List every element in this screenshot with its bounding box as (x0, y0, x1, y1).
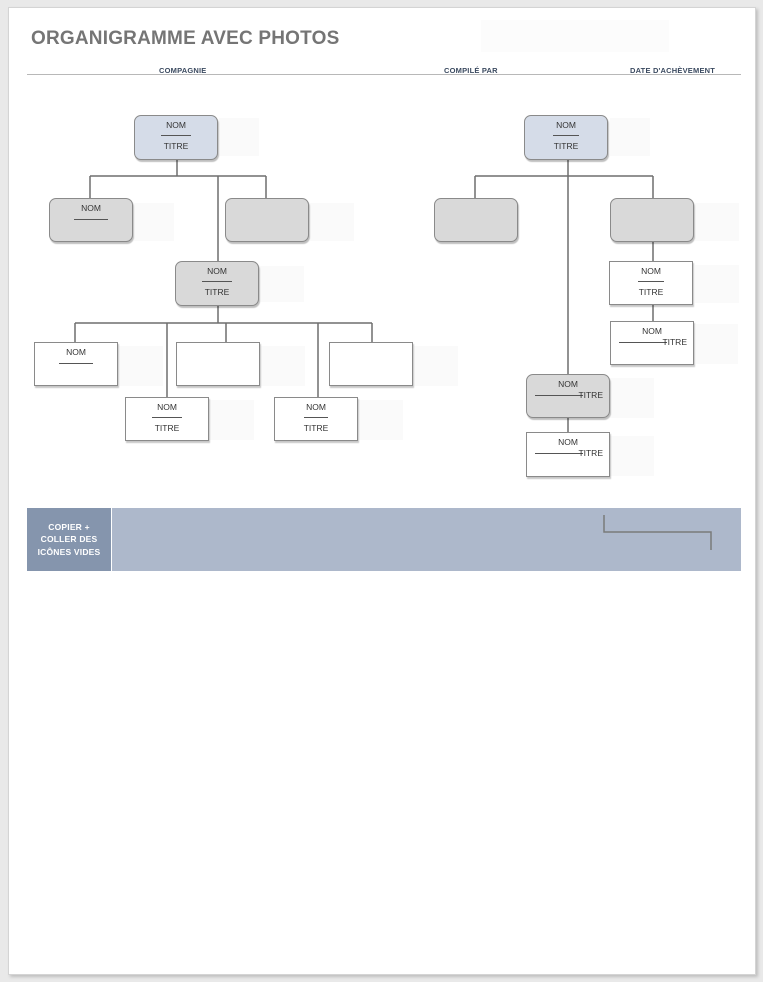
org-node-right-center-a[interactable]: NOM TITRE (526, 374, 610, 418)
name-divider (619, 342, 667, 343)
copy-paste-label-text: COPIER + COLLER DES ICÔNES VIDES (37, 521, 101, 557)
photo-placeholder[interactable] (260, 266, 304, 302)
org-node-left-l3-b[interactable] (176, 342, 260, 386)
org-node-left-middle[interactable]: NOM TITRE (175, 261, 259, 306)
node-title: TITRE (578, 390, 603, 400)
org-node-left-l3-d[interactable]: NOM TITRE (125, 397, 209, 441)
node-name: NOM (207, 266, 227, 276)
org-node-left-l3-a[interactable]: NOM (34, 342, 118, 386)
node-name: NOM (558, 379, 578, 389)
name-divider (74, 219, 108, 220)
photo-placeholder[interactable] (610, 118, 650, 156)
photo-placeholder[interactable] (610, 436, 654, 476)
org-node-right-chain-a[interactable]: NOM TITRE (609, 261, 693, 305)
node-title: TITRE (154, 423, 180, 433)
photo-placeholder[interactable] (219, 118, 259, 156)
name-divider (161, 135, 191, 136)
header-divider (27, 74, 741, 75)
org-node-right-l1-a[interactable] (434, 198, 518, 242)
photo-placeholder[interactable] (119, 346, 163, 386)
org-node-left-l1-b[interactable] (225, 198, 309, 242)
node-name: NOM (157, 402, 177, 412)
org-node-left-l3-c[interactable] (329, 342, 413, 386)
photo-placeholder[interactable] (696, 324, 738, 364)
node-name: NOM (556, 120, 576, 130)
photo-placeholder[interactable] (134, 203, 174, 241)
org-node-right-l1-b[interactable] (610, 198, 694, 242)
node-title: TITRE (204, 287, 230, 297)
node-title: TITRE (578, 448, 603, 458)
org-node-left-l3-e[interactable]: NOM TITRE (274, 397, 358, 441)
node-name: NOM (166, 120, 186, 130)
name-divider (553, 135, 579, 136)
node-name: NOM (642, 326, 662, 336)
name-divider (59, 363, 93, 364)
org-node-right-root[interactable]: NOM TITRE (524, 115, 608, 160)
photo-placeholder[interactable] (210, 400, 254, 440)
node-name: NOM (66, 347, 86, 357)
node-title: TITRE (163, 141, 189, 151)
node-name: NOM (306, 402, 326, 412)
copy-paste-panel-label: COPIER + COLLER DES ICÔNES VIDES (27, 508, 111, 571)
name-divider (304, 417, 328, 418)
org-node-left-root[interactable]: NOM TITRE (134, 115, 218, 160)
document-page: ORGANIGRAMME AVEC PHOTOS COMPAGNIE COMPI… (8, 7, 756, 975)
photo-placeholder[interactable] (695, 203, 739, 241)
name-divider (535, 453, 583, 454)
node-name: NOM (558, 437, 578, 447)
node-title: TITRE (553, 141, 579, 151)
photo-placeholder[interactable] (261, 346, 305, 386)
photo-placeholder[interactable] (414, 346, 458, 386)
name-divider (152, 417, 182, 418)
node-name: NOM (81, 203, 101, 213)
photo-placeholder[interactable] (359, 400, 403, 440)
photo-placeholder[interactable] (695, 265, 739, 303)
node-title: TITRE (638, 287, 664, 297)
org-node-left-l1-a[interactable]: NOM (49, 198, 133, 242)
node-title: TITRE (303, 423, 329, 433)
name-divider (638, 281, 664, 282)
node-name: NOM (641, 266, 661, 276)
blank-icons-panel[interactable] (112, 508, 741, 571)
node-title: TITRE (662, 337, 687, 347)
photo-placeholder[interactable] (310, 203, 354, 241)
org-node-right-center-b[interactable]: NOM TITRE (526, 432, 610, 477)
name-divider (535, 395, 583, 396)
org-node-right-chain-b[interactable]: NOM TITRE (610, 321, 694, 365)
name-divider (202, 281, 232, 282)
page-title: ORGANIGRAMME AVEC PHOTOS (31, 28, 340, 49)
photo-placeholder[interactable] (610, 378, 654, 418)
header-placeholder (481, 20, 669, 52)
